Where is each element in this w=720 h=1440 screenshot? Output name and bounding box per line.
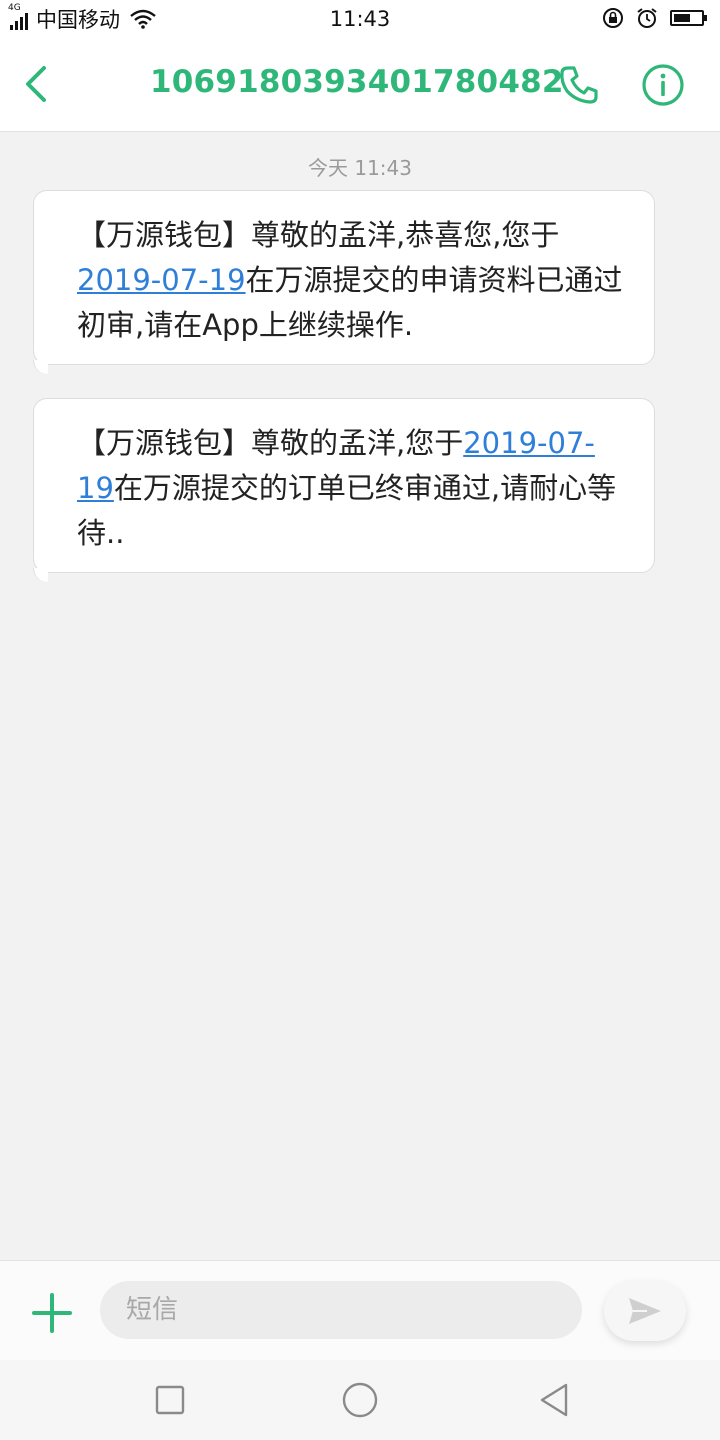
recent-apps-icon <box>155 1385 185 1415</box>
rotation-lock-icon <box>603 8 623 28</box>
call-button[interactable] <box>556 62 602 108</box>
system-nav-bar <box>0 1360 720 1440</box>
conversation-header: 1069180393401780482 <box>0 38 720 132</box>
send-button[interactable] <box>604 1281 686 1341</box>
message-text: 在万源提交的订单已终审通过,请耐心等待.. <box>77 471 617 550</box>
conversation-timestamp: 今天 11:43 <box>308 156 412 180</box>
plus-icon <box>32 1293 72 1333</box>
message-input[interactable] <box>100 1281 582 1339</box>
system-back-button[interactable] <box>534 1380 574 1420</box>
home-button[interactable] <box>340 1380 380 1420</box>
message-bubble[interactable]: 【万源钱包】尊敬的孟洋,您于2019-07-19在万源提交的订单已终审通过,请耐… <box>33 398 655 582</box>
contact-number: 1069180393401780482 <box>150 64 564 100</box>
date-link[interactable]: 2019-07-19 <box>77 263 246 297</box>
battery-fill <box>674 14 690 22</box>
recent-apps-button[interactable] <box>150 1380 190 1420</box>
info-icon <box>642 64 684 106</box>
alarm-icon <box>637 8 657 28</box>
compose-bar <box>0 1260 720 1361</box>
send-icon <box>629 1298 661 1324</box>
status-bar: 4G 中国移动 11:43 <box>0 0 720 38</box>
battery-icon <box>670 10 707 26</box>
home-icon <box>342 1382 378 1418</box>
chevron-left-icon <box>26 66 46 102</box>
back-icon <box>540 1383 568 1417</box>
status-right <box>602 7 707 29</box>
info-button[interactable] <box>640 62 686 108</box>
phone-icon <box>560 66 598 104</box>
message-bubble[interactable]: 【万源钱包】尊敬的孟洋,恭喜您,您于2019-07-19在万源提交的申请资料已通… <box>33 190 655 374</box>
message-text: 【万源钱包】尊敬的孟洋,恭喜您,您于 <box>77 218 560 252</box>
attach-button[interactable] <box>30 1291 74 1335</box>
back-button[interactable] <box>18 62 58 106</box>
message-text: 【万源钱包】尊敬的孟洋,您于 <box>77 426 464 460</box>
